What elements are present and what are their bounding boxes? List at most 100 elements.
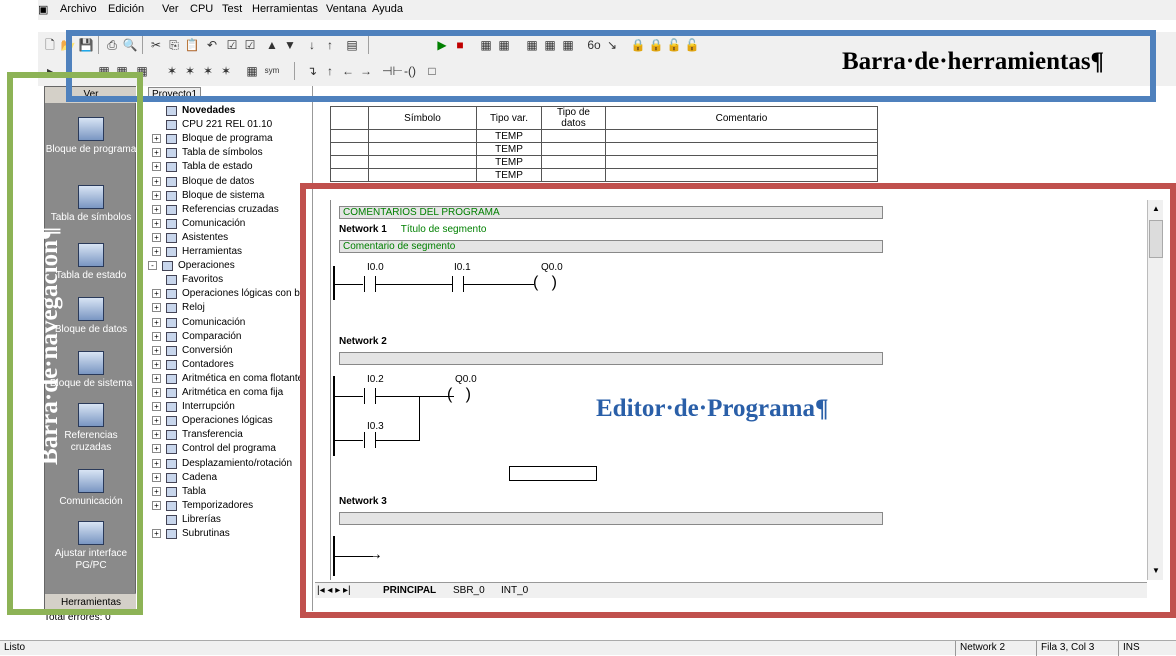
tree-item[interactable]: Comunicación: [182, 316, 245, 330]
tree-expander-icon[interactable]: +: [152, 388, 161, 397]
menu-test[interactable]: Test: [222, 3, 242, 15]
tree-node-icon: [166, 331, 177, 342]
tree-item[interactable]: Control del programa: [182, 442, 276, 456]
tree-item[interactable]: Tabla de estado: [182, 160, 253, 174]
tree-expander-icon[interactable]: +: [152, 232, 161, 242]
tree-node-icon: [166, 416, 177, 427]
tree-item[interactable]: Operaciones: [178, 259, 235, 273]
tree-node-icon: [166, 148, 177, 159]
tree-expander-icon[interactable]: +: [152, 162, 161, 172]
table-row[interactable]: TEMP: [330, 142, 878, 156]
tree-node-icon: [166, 486, 177, 497]
menu-ayuda[interactable]: Ayuda: [372, 3, 403, 15]
tree-item[interactable]: Bloque de sistema: [182, 189, 264, 203]
tree-item[interactable]: Herramientas: [182, 245, 242, 259]
tree-item[interactable]: Temporizadores: [182, 499, 253, 513]
tree-node-icon: [166, 388, 177, 398]
tree-item[interactable]: Referencias cruzadas: [182, 203, 279, 217]
tree-item[interactable]: Operaciones lógicas: [182, 414, 273, 428]
tree-expander-icon[interactable]: +: [152, 359, 161, 369]
tree-expander-icon[interactable]: +: [152, 331, 161, 341]
tree-node-icon: [166, 204, 177, 215]
tree-item[interactable]: Contadores: [182, 358, 234, 372]
tree-expander-icon[interactable]: +: [152, 373, 161, 383]
vartype-cell[interactable]: TEMP: [476, 129, 542, 143]
table-row[interactable]: TEMP: [330, 168, 878, 182]
tree-item[interactable]: Cadena: [182, 471, 217, 485]
app-icon: ▣: [38, 4, 49, 16]
table-row[interactable]: TEMP: [330, 155, 878, 169]
col-symbol: Símbolo: [368, 106, 477, 130]
tree-node-icon: [166, 232, 177, 243]
tree-expander-icon[interactable]: -: [148, 261, 157, 271]
tree-item[interactable]: Operaciones lógicas con bit: [182, 287, 305, 301]
tree-expander-icon[interactable]: +: [152, 176, 161, 186]
vartype-cell[interactable]: TEMP: [476, 142, 542, 156]
tree-item[interactable]: Reloj: [182, 301, 205, 315]
new-icon[interactable]: 🗋: [42, 37, 58, 53]
tree-item[interactable]: Novedades: [182, 104, 235, 118]
status-text: Listo: [4, 642, 26, 653]
tree-expander-icon[interactable]: +: [152, 204, 161, 214]
tree-expander-icon[interactable]: +: [152, 134, 161, 144]
status-mode: INS: [1118, 641, 1176, 656]
tree-expander-icon[interactable]: +: [152, 444, 161, 454]
tree-node-icon: [166, 190, 177, 201]
tree-expander-icon[interactable]: +: [152, 303, 161, 313]
tree-expander-icon[interactable]: +: [152, 416, 161, 426]
table-row[interactable]: TEMP: [330, 129, 878, 143]
tree-expander-icon[interactable]: +: [152, 190, 161, 200]
menu-ver[interactable]: Ver: [162, 3, 179, 15]
tree-item[interactable]: Comparación: [182, 330, 241, 344]
tree-expander-icon[interactable]: +: [152, 486, 161, 496]
menubar: ▣ Archivo Edición Ver CPU Test Herramien…: [38, 0, 1176, 20]
tree-node-icon: [162, 261, 173, 272]
menu-archivo[interactable]: Archivo: [60, 3, 97, 15]
menu-cpu[interactable]: CPU: [190, 3, 213, 15]
tree-item[interactable]: Tabla: [182, 485, 206, 499]
tree-expander-icon[interactable]: +: [152, 430, 161, 440]
tree-item[interactable]: Librerías: [182, 513, 221, 527]
tree-node-icon: [166, 275, 177, 286]
tree-item[interactable]: Favoritos: [182, 273, 223, 287]
tree-expander-icon[interactable]: +: [152, 289, 161, 299]
vartype-cell[interactable]: TEMP: [476, 168, 542, 182]
tree-node-icon: [166, 134, 177, 145]
tree-node-icon: [166, 514, 177, 525]
tree-expander-icon[interactable]: +: [152, 500, 161, 510]
tree-item[interactable]: Subrutinas: [182, 527, 230, 541]
tree-item[interactable]: Conversión: [182, 344, 233, 358]
tree-item[interactable]: Tabla de símbolos: [182, 146, 263, 160]
tree-expander-icon[interactable]: +: [152, 402, 161, 412]
tree-expander-icon[interactable]: +: [152, 472, 161, 482]
tree-expander-icon[interactable]: +: [152, 458, 161, 468]
tree-item[interactable]: Bloque de programa: [182, 132, 273, 146]
tree-item[interactable]: Aritmética en coma fija: [182, 386, 283, 400]
tree-item[interactable]: Desplazamiento/rotación: [182, 457, 292, 471]
tree-node-icon: [166, 247, 177, 257]
tree-node-icon: [166, 120, 177, 131]
tree-item[interactable]: Transferencia: [182, 428, 243, 442]
tree-item[interactable]: Asistentes: [182, 231, 228, 245]
tree-expander-icon[interactable]: +: [152, 317, 161, 327]
tree-node-icon: [166, 402, 177, 413]
menu-herramientas[interactable]: Herramientas: [252, 3, 318, 15]
menu-ventana[interactable]: Ventana: [326, 3, 366, 15]
tree-item[interactable]: Interrupción: [182, 400, 235, 414]
vartype-cell[interactable]: TEMP: [476, 155, 542, 169]
editor-annotation: Editor·de·Programa¶: [596, 395, 829, 422]
tree-expander-icon[interactable]: +: [152, 345, 161, 355]
local-variable-table: Símbolo Tipo var. Tipo de datos Comentar…: [330, 106, 878, 182]
tree-node-icon: [166, 359, 177, 370]
tree-item[interactable]: Aritmética en coma flotante: [182, 372, 303, 386]
tree-node-icon: [166, 458, 177, 469]
tree-item[interactable]: Comunicación: [182, 217, 245, 231]
tree-node-icon: [166, 500, 177, 511]
tree-expander-icon[interactable]: +: [152, 529, 161, 538]
tree-item[interactable]: CPU 221 REL 01.10: [182, 118, 272, 132]
tree-expander-icon[interactable]: +: [152, 148, 161, 158]
tree-expander-icon[interactable]: +: [152, 247, 161, 256]
menu-edicion[interactable]: Edición: [108, 3, 144, 15]
tree-expander-icon[interactable]: +: [152, 218, 161, 228]
tree-item[interactable]: Bloque de datos: [182, 175, 254, 189]
